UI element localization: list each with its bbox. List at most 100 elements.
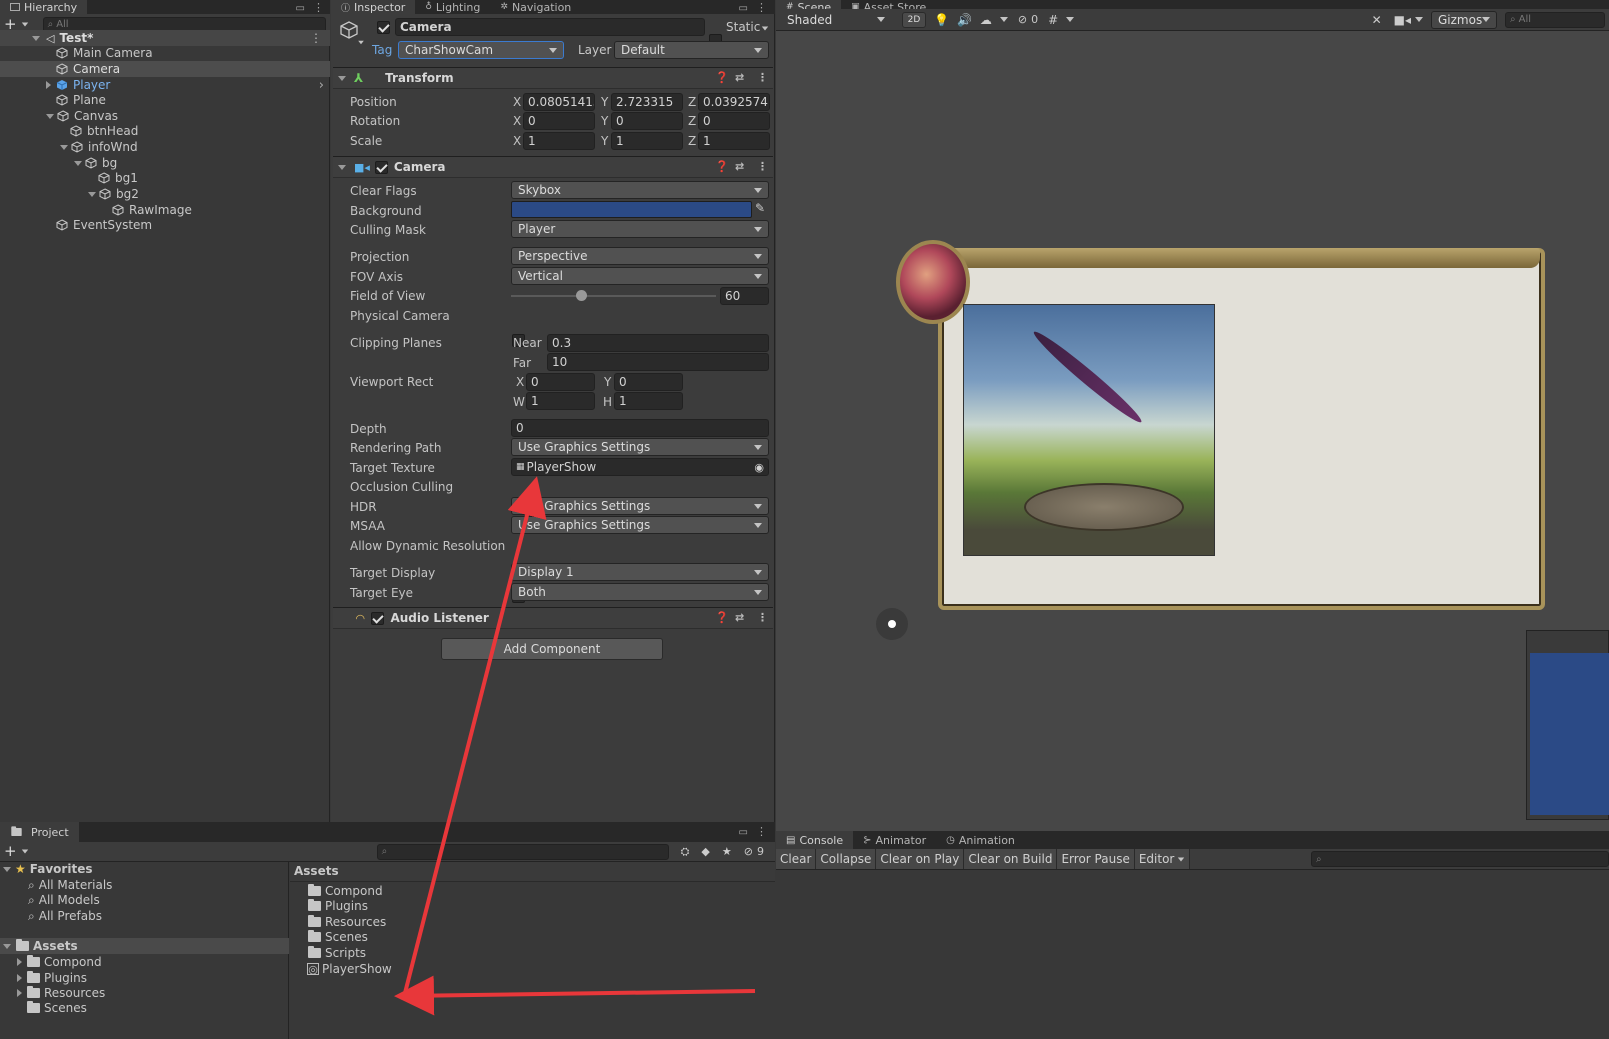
hierarchy-item-infownd[interactable]: infoWnd <box>0 139 330 155</box>
hierarchy-item-bg[interactable]: bg <box>0 155 330 171</box>
hierarchy-item-player[interactable]: Player › <box>0 77 330 93</box>
hierarchy-item-btnhead[interactable]: btnHead <box>0 123 330 139</box>
component-menu-icon[interactable]: ⋮ <box>757 71 768 84</box>
clear-button[interactable]: Clear <box>776 849 817 869</box>
camera-component-header[interactable]: ■◂ Camera ❓ ⇄ ⋮ <box>333 156 773 178</box>
tab-navigation[interactable]: ✲ Navigation <box>490 0 581 14</box>
hidden-packages-icon[interactable]: ⊘ <box>744 845 753 858</box>
tag-dropdown[interactable]: CharShowCam <box>398 41 564 59</box>
preset-icon[interactable]: ⇄ <box>735 160 744 173</box>
help-icon[interactable]: ❓ <box>715 71 729 84</box>
audio-toggle-icon[interactable]: 🔊 <box>957 13 972 27</box>
expand-arrow-icon[interactable] <box>46 81 51 89</box>
scene-menu-icon[interactable]: ⋮ <box>310 31 322 45</box>
fov-value-field[interactable]: 60 <box>720 287 769 305</box>
camera-settings-caret[interactable] <box>1415 17 1423 22</box>
scene-search-input[interactable]: ⌕ All <box>1505 11 1605 28</box>
hierarchy-item-eventsystem[interactable]: EventSystem <box>0 217 330 233</box>
asset-folder[interactable]: Plugins <box>290 898 590 914</box>
scene-row[interactable]: ◁ Test* ⋮ <box>0 30 330 46</box>
console-search-input[interactable]: ⌕ <box>1311 851 1609 867</box>
tab-project[interactable]: Project <box>0 822 79 842</box>
asset-folder[interactable]: Scenes <box>290 929 590 945</box>
search-by-label-icon[interactable]: ◆ <box>701 845 709 858</box>
tree-folder[interactable]: Resources <box>0 985 289 1001</box>
scale-x-field[interactable]: 1 <box>523 132 595 150</box>
favorite-item[interactable]: ⌕ All Models <box>0 892 289 908</box>
asset-folder[interactable]: Compond <box>290 883 590 899</box>
project-search-input[interactable]: ⌕ <box>376 843 669 860</box>
hierarchy-item-canvas[interactable]: Canvas <box>0 108 330 124</box>
tree-folder[interactable]: Plugins <box>0 970 289 986</box>
preset-icon[interactable]: ⇄ <box>735 611 744 624</box>
preset-icon[interactable]: ⇄ <box>735 71 744 84</box>
clear-flags-dropdown[interactable]: Skybox <box>511 181 769 199</box>
fov-slider-track[interactable] <box>511 295 716 297</box>
object-name-field[interactable]: Camera <box>395 18 705 36</box>
grid-icon[interactable]: # <box>1048 13 1058 27</box>
panel-menu-icon[interactable]: ⋮ <box>756 1 767 14</box>
favorite-star-icon[interactable]: ★ <box>722 845 732 858</box>
icon-dropdown-caret[interactable] <box>358 40 364 45</box>
hierarchy-item-rawimage[interactable]: RawImage <box>0 202 330 218</box>
rotation-y-field[interactable]: 0 <box>611 112 683 130</box>
create-plus-button[interactable]: + <box>4 844 17 859</box>
component-menu-icon[interactable]: ⋮ <box>757 611 768 624</box>
near-field[interactable]: 0.3 <box>547 334 769 352</box>
lock-icon[interactable]: ▭ <box>739 3 748 14</box>
background-color-swatch[interactable] <box>511 201 752 218</box>
tab-animation[interactable]: ◷ Animation <box>936 831 1025 849</box>
assets-root-row[interactable]: Assets <box>0 938 289 954</box>
tools-icon[interactable]: ✕ <box>1372 13 1382 27</box>
search-by-type-icon[interactable]: ⛭ <box>681 845 690 859</box>
panel-menu-icon[interactable]: ⋮ <box>756 825 767 838</box>
hierarchy-item-camera[interactable]: Camera <box>0 61 330 77</box>
favorite-item[interactable]: ⌕ All Prefabs <box>0 908 289 924</box>
expand-arrow-icon[interactable] <box>3 943 11 949</box>
msaa-dropdown[interactable]: Use Graphics Settings <box>511 516 769 534</box>
hidden-objects-icon[interactable]: ⊘ <box>1018 13 1027 26</box>
component-menu-icon[interactable]: ⋮ <box>757 160 768 173</box>
audio-listener-header[interactable]: ◠ Audio Listener ❓ ⇄ ⋮ <box>333 607 773 629</box>
layer-dropdown[interactable]: Default <box>614 41 769 59</box>
viewport-h-field[interactable]: 1 <box>614 392 683 410</box>
target-eye-dropdown[interactable]: Both <box>511 583 769 601</box>
viewport-x-field[interactable]: 0 <box>526 373 595 391</box>
editor-dropdown[interactable]: Editor <box>1134 849 1191 869</box>
object-picker-icon[interactable]: ◉ <box>754 461 764 474</box>
camera-settings-icon[interactable]: ■◂ <box>1394 13 1411 27</box>
create-dropdown-caret[interactable] <box>21 849 28 854</box>
target-display-dropdown[interactable]: Display 1 <box>511 563 769 581</box>
viewport-y-field[interactable]: 0 <box>614 373 683 391</box>
hierarchy-item-bg2[interactable]: bg2 <box>0 186 330 202</box>
projection-dropdown[interactable]: Perspective <box>511 247 769 265</box>
open-prefab-arrow-icon[interactable]: › <box>319 78 324 93</box>
favorite-item[interactable]: ⌕ All Materials <box>0 877 289 893</box>
scale-y-field[interactable]: 1 <box>611 132 683 150</box>
gizmos-dropdown[interactable]: Gizmos <box>1431 10 1497 29</box>
tab-lighting[interactable]: ♁ Lighting <box>415 0 490 14</box>
static-dropdown-caret[interactable] <box>761 26 769 31</box>
clear-on-build-button[interactable]: Clear on Build <box>964 849 1058 869</box>
tab-console[interactable]: ▤ Console <box>776 831 854 849</box>
expand-arrow-icon[interactable] <box>46 113 54 119</box>
rawimage-render-texture[interactable] <box>963 304 1215 556</box>
tree-folder[interactable]: Compond <box>0 954 289 970</box>
add-component-button[interactable]: Add Component <box>441 638 663 660</box>
expand-arrow-icon[interactable] <box>17 974 22 982</box>
hierarchy-item-plane[interactable]: Plane <box>0 92 330 108</box>
object-active-checkbox[interactable] <box>377 21 390 34</box>
rotation-x-field[interactable]: 0 <box>523 112 595 130</box>
scale-z-field[interactable]: 1 <box>698 132 770 150</box>
tab-hierarchy[interactable]: Hierarchy <box>0 0 88 14</box>
error-pause-button[interactable]: Error Pause <box>1057 849 1135 869</box>
culling-mask-dropdown[interactable]: Player <box>511 220 769 238</box>
scene-pivot-handle[interactable] <box>876 608 908 640</box>
lock-icon[interactable]: ▭ <box>739 827 748 838</box>
fov-axis-dropdown[interactable]: Vertical <box>511 267 769 285</box>
position-y-field[interactable]: 2.723315 <box>611 93 683 111</box>
camera-enabled-checkbox[interactable] <box>374 160 388 174</box>
depth-field[interactable]: 0 <box>511 419 769 437</box>
collapse-arrow-icon[interactable] <box>338 75 346 81</box>
help-icon[interactable]: ❓ <box>715 611 729 624</box>
